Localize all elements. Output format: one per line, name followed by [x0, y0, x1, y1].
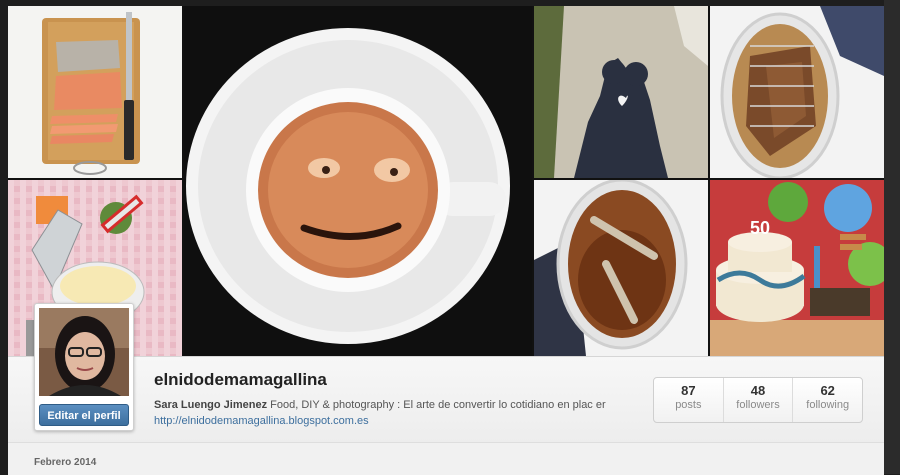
stat-label: posts [675, 399, 702, 411]
profile-page: 50 Editar el perfil elnidodemamagallina … [0, 0, 900, 475]
photo-tile-bones[interactable] [534, 180, 708, 356]
full-name: Sara Luengo Jimenez [154, 399, 268, 411]
stats-box: 87 posts 48 followers 62 following [653, 377, 863, 423]
avatar[interactable] [39, 308, 129, 396]
bio-text: Food, DIY & photography : El arte de con… [270, 399, 606, 411]
username: elnidodemamagallina [154, 370, 327, 389]
stat-label: following [806, 399, 850, 411]
photo-mosaic: 50 [8, 6, 884, 356]
avatar-card: Editar el perfil [34, 303, 134, 431]
svg-text:50: 50 [750, 218, 770, 238]
stat-posts[interactable]: 87 posts [654, 378, 723, 422]
stat-value: 87 [681, 383, 696, 398]
stat-following[interactable]: 62 following [792, 378, 862, 422]
website-link[interactable]: http://elnidodemamagallina.blogspot.com.… [154, 415, 369, 427]
photo-tile-roast[interactable] [710, 6, 884, 178]
bio: Sara Luengo Jimenez Food, DIY & photogra… [154, 397, 634, 429]
photo-tile-shadow[interactable] [534, 6, 708, 178]
photo-tile-cake[interactable]: 50 [710, 180, 884, 356]
feed-section: Febrero 2014 [8, 442, 884, 475]
stat-followers[interactable]: 48 followers [722, 378, 793, 422]
stat-value: 62 [820, 383, 835, 398]
scrollbar[interactable] [884, 0, 900, 474]
photo-tile-salmon[interactable] [8, 6, 182, 178]
profile-header: Editar el perfil elnidodemamagallina Sar… [8, 303, 884, 443]
stat-value: 48 [750, 383, 766, 398]
edit-profile-button[interactable]: Editar el perfil [39, 404, 129, 426]
photo-tile-coffee[interactable] [184, 6, 532, 356]
stat-label: followers [736, 399, 780, 411]
month-header: Febrero 2014 [34, 457, 97, 468]
